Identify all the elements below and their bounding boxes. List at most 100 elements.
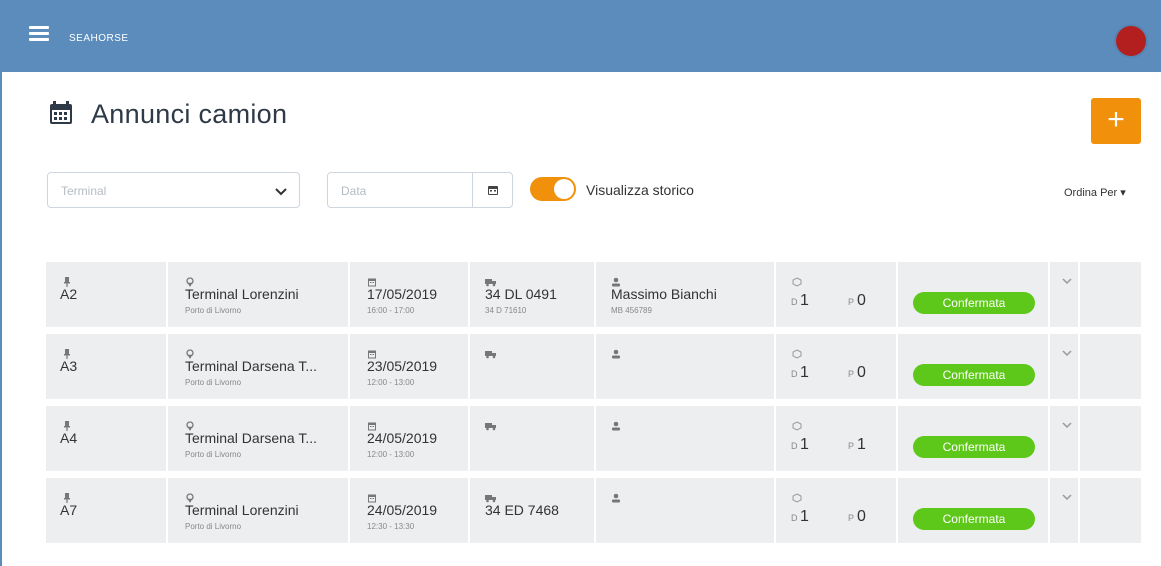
row-spacer — [1078, 478, 1141, 543]
counts-cell: D1 P0 — [774, 262, 896, 327]
user-icon — [611, 418, 621, 431]
pickup-count: 1 — [857, 436, 866, 453]
chevron-down-icon[interactable] — [1060, 274, 1074, 288]
calendar-icon — [367, 490, 377, 503]
terminal-cell: Terminal Darsena T... Porto di Livorno — [166, 406, 348, 471]
booking-code: A7 — [60, 502, 78, 518]
order-label: Ordina Per — [1064, 187, 1118, 199]
caret-down-icon: ▾ — [1120, 187, 1126, 199]
pin-icon — [62, 490, 72, 503]
terminal-placeholder: Terminal — [61, 184, 107, 198]
date-cell: 24/05/2019 12:30 - 13:30 — [348, 478, 468, 543]
history-toggle[interactable] — [530, 177, 576, 201]
trailer-plate: 34 D 71610 — [485, 306, 527, 315]
delivery-label: D — [791, 297, 798, 307]
code-cell: A3 — [46, 334, 166, 399]
driver-cell — [594, 478, 774, 543]
location-icon — [185, 274, 195, 287]
toggle-knob — [554, 179, 574, 199]
pickup-label: P — [848, 441, 855, 451]
truck-cell — [468, 334, 594, 399]
date-cell: 23/05/2019 12:00 - 13:00 — [348, 334, 468, 399]
terminal-name: Terminal Lorenzini — [185, 286, 299, 302]
calendar-icon — [50, 101, 72, 124]
booking-code: A3 — [60, 358, 78, 374]
status-badge: Confermata — [913, 364, 1035, 386]
pickup-count: 0 — [857, 292, 866, 309]
status-cell: Confermata — [896, 478, 1048, 543]
terminal-name: Terminal Darsena T... — [185, 430, 318, 446]
booking-time: 12:00 - 13:00 — [367, 378, 415, 387]
booking-time: 12:00 - 13:00 — [367, 450, 415, 459]
terminal-name: Terminal Darsena T... — [185, 358, 318, 374]
row-spacer — [1078, 262, 1141, 327]
delivery-count: 1 — [800, 292, 809, 309]
order-by-dropdown[interactable]: Ordina Per ▾ — [1064, 186, 1126, 199]
expand-cell — [1048, 478, 1078, 543]
chevron-down-icon[interactable] — [1060, 418, 1074, 432]
status-cell: Confermata — [896, 406, 1048, 471]
counts-cell: D1P1 — [774, 406, 896, 471]
driver-cell — [594, 406, 774, 471]
pickup-count: 0 — [857, 364, 866, 381]
location-icon — [185, 418, 195, 431]
calendar-icon — [367, 418, 377, 431]
status-cell: Confermata — [896, 334, 1048, 399]
table-row: A2 Terminal Lorenzini Porto di Livorno 17/0… — [46, 262, 1141, 327]
avatar[interactable] — [1116, 26, 1146, 56]
truck-icon — [485, 418, 496, 431]
terminal-cell: Terminal Darsena T... Porto di Livorno — [166, 334, 348, 399]
status-cell: Confermata — [896, 262, 1048, 327]
pin-icon — [62, 418, 72, 431]
code-cell: A7 — [46, 478, 166, 543]
booking-date: 24/05/2019 — [367, 502, 438, 518]
date-cell: 24/05/2019 12:00 - 13:00 — [348, 406, 468, 471]
row-spacer — [1078, 406, 1141, 471]
counts-cell: D1 P0 — [774, 478, 896, 543]
user-icon — [611, 490, 621, 503]
expand-cell — [1048, 334, 1078, 399]
date-placeholder: Data — [341, 184, 367, 198]
booking-time: 16:00 - 17:00 — [367, 306, 415, 315]
calendar-icon — [367, 274, 377, 287]
truck-cell — [468, 406, 594, 471]
user-icon — [611, 274, 621, 287]
code-cell: A4 — [46, 406, 166, 471]
delivery-label: D — [791, 369, 798, 379]
date-picker-button[interactable] — [472, 173, 512, 207]
add-button[interactable]: + — [1091, 98, 1141, 144]
terminal-select[interactable]: Terminal — [47, 172, 300, 208]
truck-plate: 34 DL 0491 — [485, 286, 557, 302]
truck-cell: 34 DL 0491 34 D 71610 — [468, 262, 594, 327]
container-icon — [792, 274, 802, 287]
chevron-down-icon[interactable] — [1060, 490, 1074, 504]
location-icon — [185, 346, 195, 359]
pickup-label: P — [848, 369, 855, 379]
delivery-label: D — [791, 441, 798, 451]
date-cell: 17/05/2019 16:00 - 17:00 — [348, 262, 468, 327]
port-name: Porto di Livorno — [185, 378, 242, 387]
status-badge: Confermata — [913, 508, 1035, 530]
chevron-down-icon[interactable] — [1060, 346, 1074, 360]
menu-icon[interactable] — [29, 26, 49, 41]
page-edge — [0, 72, 2, 566]
delivery-count: 1 — [800, 508, 809, 525]
pickup-label: P — [848, 513, 855, 523]
date-field[interactable]: Data — [327, 172, 513, 208]
driver-cell: Massimo Bianchi MB 456789 — [594, 262, 774, 327]
pickup-label: P — [848, 297, 855, 307]
booking-time: 12:30 - 13:30 — [367, 522, 415, 531]
delivery-count: 1 — [800, 364, 809, 381]
table-row: A4 Terminal Darsena T... Porto di Livorno 2… — [46, 406, 1141, 471]
app-name: SEAHORSE — [69, 33, 129, 44]
user-icon — [611, 346, 621, 359]
delivery-label: D — [791, 513, 798, 523]
booking-code: A2 — [60, 286, 78, 302]
row-spacer — [1078, 334, 1141, 399]
pin-icon — [62, 346, 72, 359]
booking-date: 17/05/2019 — [367, 286, 438, 302]
booking-date: 24/05/2019 — [367, 430, 438, 446]
history-label: Visualizza storico — [586, 182, 694, 198]
truck-icon — [485, 274, 496, 287]
code-cell: A2 — [46, 262, 166, 327]
